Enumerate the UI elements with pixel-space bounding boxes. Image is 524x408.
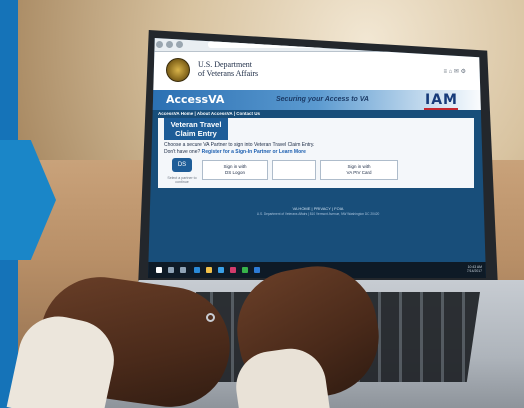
piv-card-button[interactable]: Sign in with VA PIV Card (320, 160, 398, 180)
iam-logo: IAM (425, 92, 458, 108)
start-icon[interactable] (156, 267, 162, 273)
register-link[interactable]: Register for a Sign-In Partner or Learn … (202, 149, 306, 155)
footer-links[interactable]: VA HOME | PRIVACY | FOIA (218, 206, 418, 211)
accessva-logo[interactable]: AccessVA (166, 93, 224, 106)
search-icon[interactable] (168, 267, 174, 273)
photo-scene: U.S. Department of Veterans Affairs ≡ ⌂ … (0, 0, 524, 408)
accessva-banner: AccessVA Securing your Access to VA IAM (148, 90, 486, 110)
select-partner-hint: Select a partner to continue (167, 176, 197, 184)
refresh-icon[interactable] (176, 41, 183, 48)
accessva-tagline: Securing your Access to VA (276, 96, 369, 103)
app-title-badge: Veteran Travel Claim Entry (164, 118, 228, 140)
iam-underline (424, 108, 458, 110)
header-icons[interactable]: ≡ ⌂ ✉ ⚙ (443, 68, 466, 75)
ie-icon[interactable] (254, 267, 260, 273)
partner-instructions: Choose a secure VA Partner to sign into … (164, 142, 315, 148)
signin-partner-button[interactable] (272, 160, 316, 180)
piv-line2: VA PIV Card (346, 170, 372, 175)
mail-icon[interactable] (218, 267, 224, 273)
store-icon[interactable] (230, 267, 236, 273)
ds-logon-icon[interactable]: DS (172, 158, 192, 172)
chrome-icon[interactable] (242, 267, 248, 273)
edge-icon[interactable] (194, 267, 200, 273)
ds-logon-button[interactable]: Sign in with DS Logon (202, 160, 268, 180)
laptop-screen: U.S. Department of Veterans Affairs ≡ ⌂ … (148, 38, 486, 278)
register-line: Don't have one? Register for a Sign-In P… (164, 149, 414, 155)
va-department-name: U.S. Department of Veterans Affairs (198, 60, 288, 78)
va-dept-line2: of Veterans Affairs (198, 69, 259, 78)
nav-links[interactable]: AccessVA Home | About AccessVA | Contact… (158, 111, 260, 116)
app-title-line1: Veteran Travel (170, 120, 222, 129)
va-dept-line1: U.S. Department (198, 60, 252, 69)
back-icon[interactable] (156, 41, 163, 48)
footer-address: U.S. Department of Veterans Affairs | 81… (256, 212, 380, 216)
ds-line2: DS Logon (224, 170, 245, 175)
content-panel: Veteran Travel Claim Entry Choose a secu… (158, 118, 474, 188)
register-prefix: Don't have one? (164, 149, 202, 155)
va-seal-icon (166, 58, 190, 82)
va-header: U.S. Department of Veterans Affairs ≡ ⌂ … (148, 52, 486, 90)
folder-icon[interactable] (206, 267, 212, 273)
clock-date: 7/14/2017 (466, 269, 482, 273)
app-title-line2: Claim Entry (175, 129, 217, 138)
task-view-icon[interactable] (180, 267, 186, 273)
forward-icon[interactable] (166, 41, 173, 48)
ring-icon (206, 313, 215, 322)
taskbar-clock[interactable]: 10:43 AM 7/14/2017 (467, 265, 482, 273)
